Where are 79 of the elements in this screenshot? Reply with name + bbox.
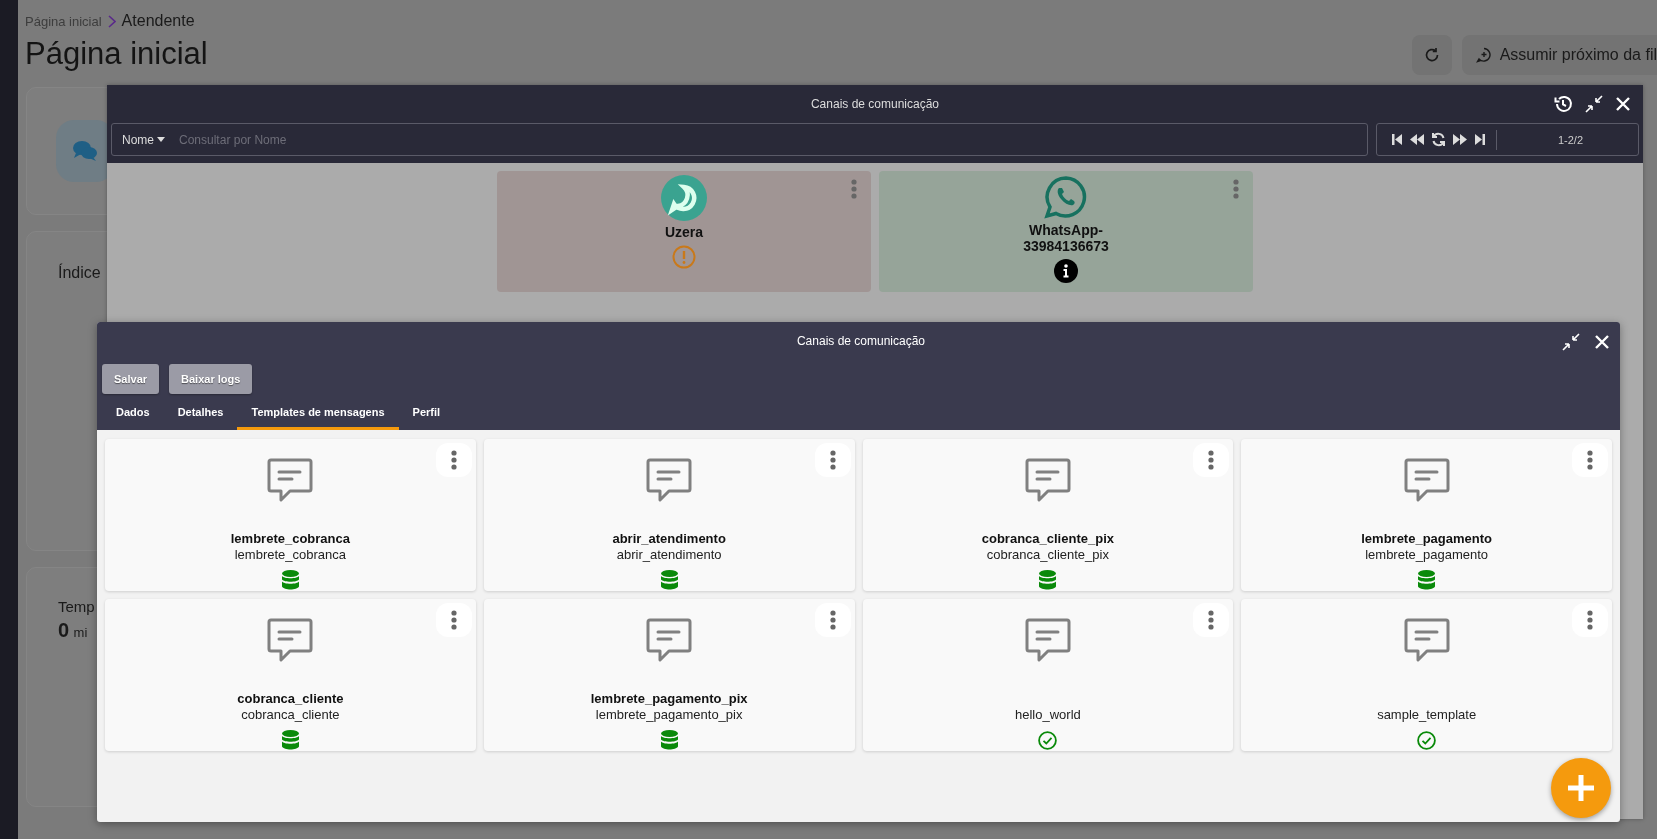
breadcrumb-current: Atendente (121, 12, 195, 30)
chat-bubbles-icon (72, 140, 98, 162)
caret-down-icon (157, 137, 165, 142)
more-icon (851, 179, 857, 199)
close-icon[interactable] (1594, 334, 1610, 350)
chevron-right-icon (107, 14, 116, 28)
more-icon (450, 450, 457, 470)
template-title: lembrete_cobranca (230, 531, 350, 547)
template-title: cobranca_cliente_pix (981, 531, 1114, 547)
close-icon[interactable] (1615, 96, 1631, 112)
template-card[interactable]: cobranca_cliente_pix cobranca_cliente_pix (862, 439, 1234, 591)
stat-unit: mi (73, 625, 88, 640)
template-name: lembrete_pagamento (1365, 547, 1489, 563)
next-page-icon[interactable] (1452, 133, 1468, 146)
chat-plus-icon (1475, 47, 1492, 63)
template-card[interactable]: lembrete_pagamento_pix lembrete_pagamento_pix (483, 599, 855, 751)
previous-page-icon[interactable] (1409, 133, 1425, 146)
card-title: Temp (58, 598, 96, 615)
more-icon (1208, 450, 1215, 470)
tab[interactable]: Dados (102, 402, 164, 430)
tab[interactable]: Templates de mensagens (237, 402, 399, 430)
plus-icon (1568, 775, 1594, 801)
tab[interactable]: Detalhes (163, 402, 238, 430)
last-page-icon[interactable] (1474, 133, 1486, 146)
more-button[interactable] (814, 443, 851, 477)
channel-name: WhatsApp-33984136673 (1022, 222, 1110, 254)
filter-dropdown[interactable]: Nome (122, 132, 165, 147)
template-name: hello_world (1015, 707, 1081, 723)
channel-name: Uzera (664, 224, 704, 240)
next-in-queue-button[interactable]: Assumir próximo da fil (1461, 35, 1657, 75)
page-title: Página inicial (25, 36, 208, 72)
template-card[interactable]: hello_world (862, 599, 1234, 751)
template-name: sample_template (1377, 707, 1477, 723)
more-icon (829, 610, 836, 630)
template-title: cobranca_cliente (237, 691, 344, 707)
page-range: 1-2/2 (1556, 133, 1585, 146)
refresh-button[interactable] (1411, 35, 1452, 75)
logo-icon (661, 175, 707, 221)
first-page-icon[interactable] (1391, 133, 1403, 146)
dialog-title: Canais de comunicação (796, 334, 926, 348)
more-icon (1233, 179, 1239, 199)
dialog-title: Canais de comunicação (810, 97, 940, 111)
template-name: cobranca_cliente (241, 707, 340, 723)
template-card[interactable]: abrir_atendimento abrir_atendimento (483, 439, 855, 591)
more-icon (1587, 450, 1593, 470)
more-button[interactable] (1572, 603, 1608, 637)
more-button[interactable] (1193, 443, 1230, 477)
template-name: abrir_atendimento (616, 547, 722, 563)
refresh-icon[interactable] (1431, 132, 1446, 147)
more-button[interactable] (814, 603, 851, 637)
template-title: lembrete_pagamento (1361, 531, 1492, 547)
channel-card[interactable]: WhatsApp-33984136673 (879, 171, 1253, 292)
more-button[interactable] (435, 603, 472, 637)
template-name: cobranca_cliente_pix (986, 547, 1109, 563)
more-button[interactable] (1572, 443, 1608, 477)
history-icon[interactable] (1553, 94, 1573, 114)
template-card[interactable]: sample_template (1241, 599, 1612, 751)
tab[interactable]: Perfil (398, 402, 455, 430)
template-title: lembrete_pagamento_pix (590, 691, 748, 707)
refresh-icon (1423, 47, 1440, 63)
more-icon (450, 610, 457, 630)
template-name: lembrete_pagamento_pix (595, 707, 743, 723)
template-name: lembrete_cobranca (234, 547, 346, 563)
more-icon (1208, 610, 1215, 630)
stat-value: 0 (58, 619, 70, 641)
more-button[interactable] (435, 443, 472, 477)
template-title: abrir_atendimento (612, 531, 726, 547)
more-icon (829, 450, 836, 470)
template-card[interactable]: lembrete_cobranca lembrete_cobranca (105, 439, 476, 591)
card-title: Índice (58, 264, 101, 281)
template-card[interactable]: lembrete_pagamento lembrete_pagamento (1241, 439, 1612, 591)
channel-card[interactable]: Uzera (497, 171, 871, 292)
template-card[interactable]: cobranca_cliente cobranca_cliente (105, 599, 476, 751)
collapse-icon[interactable] (1562, 333, 1580, 351)
more-button[interactable] (1193, 603, 1230, 637)
more-icon (1587, 610, 1593, 630)
collapse-icon[interactable] (1585, 95, 1603, 113)
phone-bubble-icon (1044, 175, 1088, 219)
search-field[interactable]: Nome Consultar por Nome (111, 123, 1368, 156)
